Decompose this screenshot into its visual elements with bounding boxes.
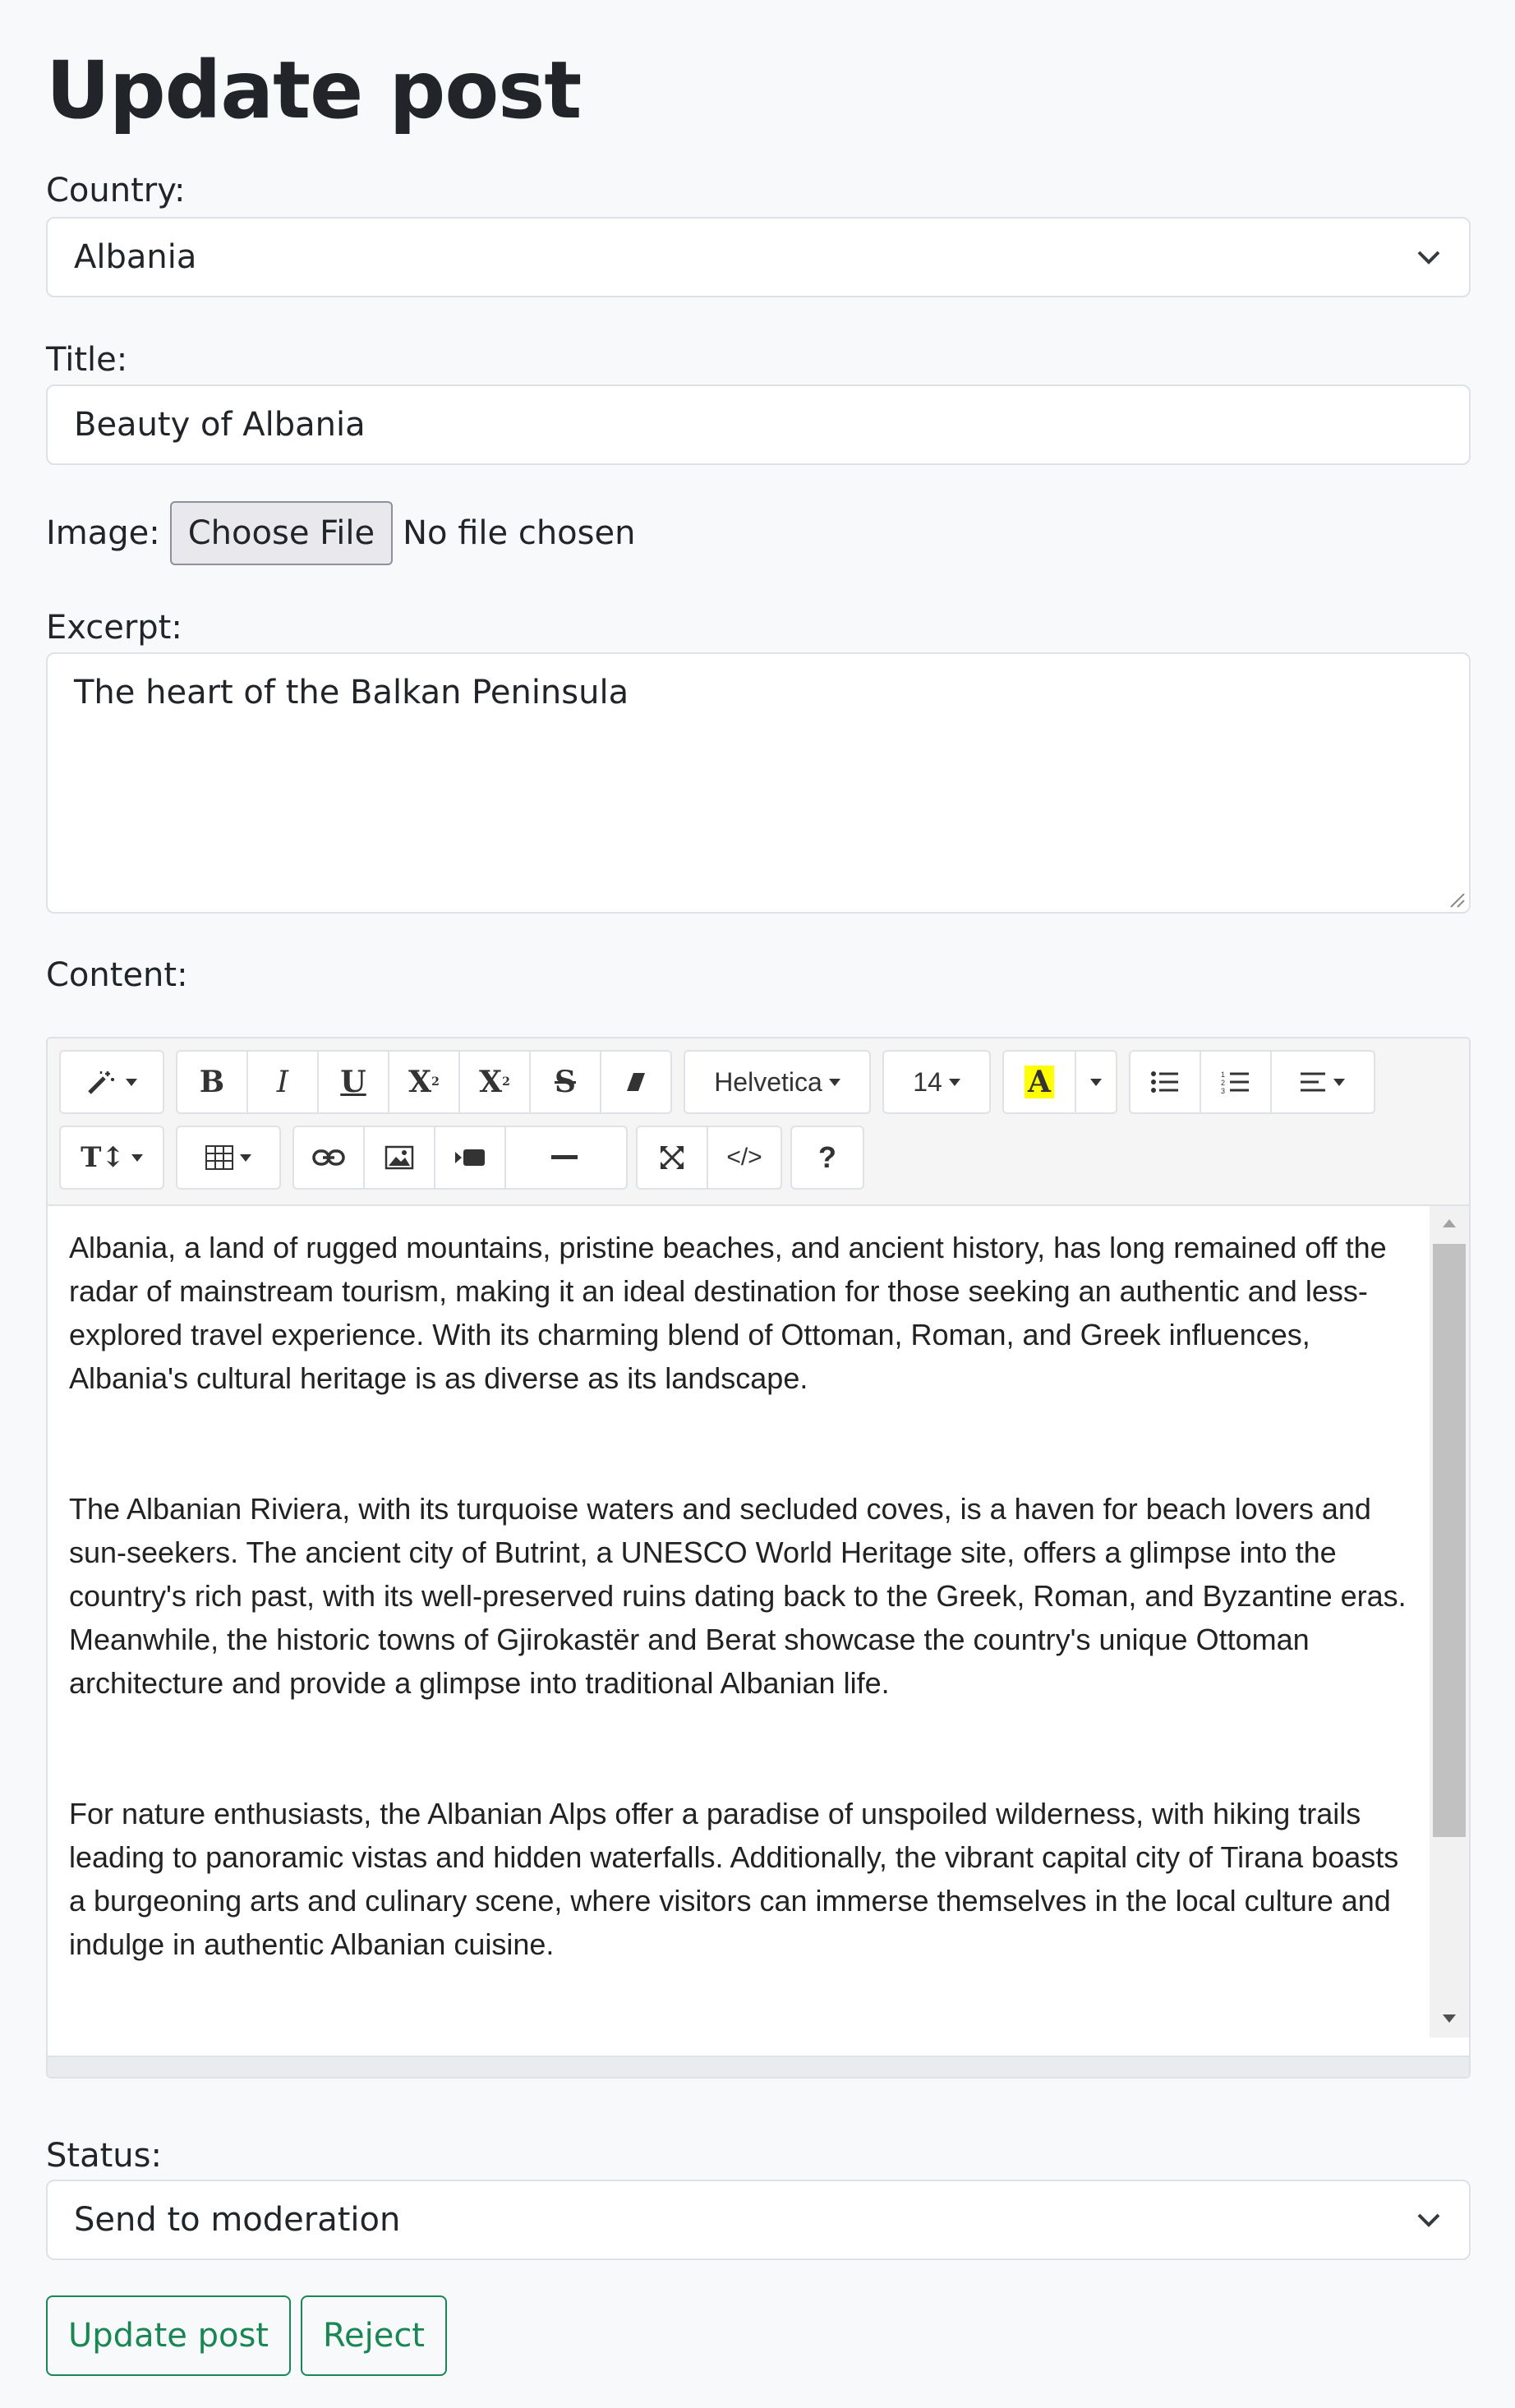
resize-handle-icon[interactable] xyxy=(1446,889,1466,909)
content-label: Content: xyxy=(46,956,188,994)
content-paragraph: Albania, a land of rugged mountains, pri… xyxy=(69,1231,1387,1395)
bold-button[interactable]: B xyxy=(177,1052,248,1112)
image-label: Image: xyxy=(46,514,160,552)
line-height-dropdown[interactable]: T↕ xyxy=(61,1127,163,1188)
numbered-list-icon: 123 xyxy=(1221,1070,1249,1094)
fullscreen-button[interactable] xyxy=(638,1127,708,1188)
editor-resize-bar[interactable] xyxy=(48,2056,1469,2077)
page-title: Update post xyxy=(46,44,582,136)
superscript-button[interactable]: X2 xyxy=(389,1052,460,1112)
editor-content[interactable]: Albania, a land of rugged mountains, pri… xyxy=(48,1206,1428,2028)
horizontal-rule-button[interactable] xyxy=(506,1127,623,1188)
excerpt-value: The heart of the Balkan Peninsula xyxy=(74,674,629,711)
help-button[interactable]: ? xyxy=(792,1127,863,1188)
file-status: No file chosen xyxy=(403,514,636,552)
editor-scrollbar[interactable] xyxy=(1430,1206,1469,2037)
update-post-button[interactable]: Update post xyxy=(46,2295,291,2376)
video-button[interactable] xyxy=(435,1127,506,1188)
font-style-group: B I U X2 X2 S xyxy=(176,1050,672,1114)
paragraph-group: 123 xyxy=(1129,1050,1375,1114)
color-dropdown-button[interactable] xyxy=(1076,1052,1116,1112)
font-size-group: 14 xyxy=(882,1050,991,1114)
excerpt-label: Excerpt: xyxy=(46,609,182,647)
text-height-group: T↕ xyxy=(59,1126,164,1190)
scroll-up-icon[interactable] xyxy=(1441,1218,1457,1229)
align-dropdown-button[interactable] xyxy=(1272,1052,1372,1112)
horizontal-line-icon xyxy=(551,1155,578,1159)
unordered-list-button[interactable] xyxy=(1130,1052,1201,1112)
code-view-button[interactable]: </> xyxy=(708,1127,781,1188)
country-value: Albania xyxy=(74,238,197,276)
svg-text:2: 2 xyxy=(1221,1079,1225,1087)
chevron-down-icon xyxy=(1417,251,1440,265)
svg-text:1: 1 xyxy=(1221,1070,1225,1079)
link-icon xyxy=(312,1149,345,1166)
title-value: Beauty of Albania xyxy=(74,406,366,444)
country-select[interactable]: Albania xyxy=(46,217,1471,297)
title-input[interactable]: Beauty of Albania xyxy=(46,384,1471,465)
choose-file-button[interactable]: Choose File xyxy=(169,501,394,565)
font-name-dropdown[interactable]: Helvetica xyxy=(685,1052,869,1112)
text-height-icon: T↕ xyxy=(81,1141,125,1174)
bullet-list-icon xyxy=(1151,1071,1178,1093)
style-group xyxy=(59,1050,164,1114)
scroll-down-icon[interactable] xyxy=(1441,2013,1457,2024)
country-label: Country: xyxy=(46,172,186,209)
content-paragraph: For nature enthusiasts, the Albanian Alp… xyxy=(69,1797,1399,1961)
eraser-icon xyxy=(627,1073,645,1091)
scrollbar-thumb[interactable] xyxy=(1433,1244,1466,1837)
title-label: Title: xyxy=(46,341,128,379)
link-button[interactable] xyxy=(294,1127,365,1188)
magic-wand-icon xyxy=(88,1071,114,1094)
align-left-icon xyxy=(1301,1072,1325,1092)
underline-button[interactable]: U xyxy=(319,1052,389,1112)
highlight-a-icon: A xyxy=(1025,1066,1054,1098)
highlight-color-button[interactable]: A xyxy=(1004,1052,1076,1112)
content-paragraph: The Albanian Riviera, with its turquoise… xyxy=(69,1492,1407,1700)
reject-button[interactable]: Reject xyxy=(301,2295,447,2376)
status-value: Send to moderation xyxy=(74,2201,401,2239)
table-dropdown[interactable] xyxy=(177,1127,279,1188)
image-upload-row: Image: Choose File No file chosen xyxy=(46,500,635,567)
font-size-value: 14 xyxy=(913,1066,942,1097)
editor-toolbar: B I U X2 X2 S Helvetica 14 A 1 2 3 T↕ </… xyxy=(48,1038,1469,1206)
strikethrough-button[interactable]: S xyxy=(531,1052,601,1112)
magic-style-button[interactable] xyxy=(61,1052,163,1112)
font-size-dropdown[interactable]: 14 xyxy=(884,1052,989,1112)
clear-format-button[interactable] xyxy=(601,1052,670,1112)
image-button[interactable] xyxy=(365,1127,435,1188)
table-group xyxy=(176,1126,281,1190)
insert-group xyxy=(292,1126,628,1190)
font-name-value: Helvetica xyxy=(714,1066,822,1097)
font-name-group: Helvetica xyxy=(684,1050,871,1114)
status-select[interactable]: Send to moderation xyxy=(46,2180,1471,2260)
rich-text-editor: B I U X2 X2 S Helvetica 14 A 1 2 3 T↕ </… xyxy=(46,1037,1471,2079)
svg-text:3: 3 xyxy=(1221,1087,1225,1094)
fullscreen-icon xyxy=(661,1146,684,1169)
video-icon xyxy=(455,1149,485,1166)
ordered-list-button[interactable]: 123 xyxy=(1201,1052,1272,1112)
color-group: A xyxy=(1002,1050,1117,1114)
italic-button[interactable]: I xyxy=(248,1052,319,1112)
chevron-down-icon xyxy=(1417,2213,1440,2227)
subscript-button[interactable]: X2 xyxy=(460,1052,531,1112)
status-label: Status: xyxy=(46,2137,162,2175)
picture-icon xyxy=(385,1145,414,1170)
view-group: </> xyxy=(636,1126,782,1190)
help-group: ? xyxy=(790,1126,864,1190)
table-icon xyxy=(205,1145,233,1170)
excerpt-textarea[interactable]: The heart of the Balkan Peninsula xyxy=(46,652,1471,914)
